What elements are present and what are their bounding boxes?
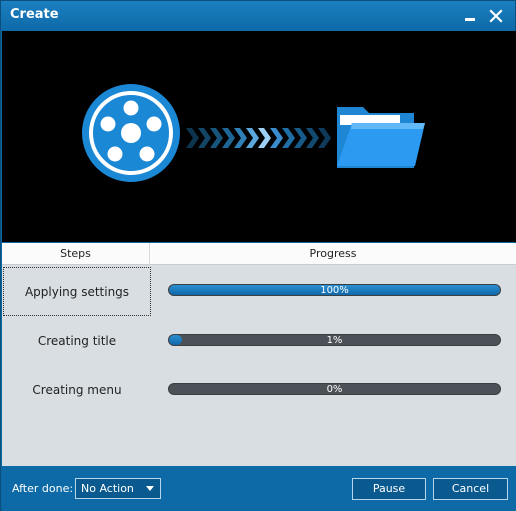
progress-bar: 100% bbox=[168, 284, 501, 296]
dialog-footer: After done: No Action Pause Cancel bbox=[2, 466, 516, 511]
create-dialog: Create Steps Progress Applying settings … bbox=[0, 0, 516, 511]
banner-graphic bbox=[82, 84, 425, 182]
table-row-step-label[interactable]: Applying settings bbox=[3, 267, 151, 316]
after-done-select[interactable]: No Action bbox=[75, 478, 161, 499]
window-title: Create bbox=[10, 7, 59, 22]
minimize-icon bbox=[465, 18, 475, 21]
table-header: Steps Progress bbox=[2, 243, 516, 265]
close-button[interactable] bbox=[485, 5, 507, 27]
minimize-button[interactable] bbox=[459, 5, 481, 27]
progress-percent: 100% bbox=[320, 285, 349, 296]
film-reel-icon bbox=[82, 84, 180, 182]
progress-percent: 1% bbox=[326, 335, 343, 346]
table-row-step-label[interactable]: Creating menu bbox=[3, 366, 151, 415]
arrow-chevrons-icon bbox=[186, 128, 331, 148]
folder-icon bbox=[337, 107, 425, 168]
progress-banner bbox=[2, 31, 516, 242]
close-icon bbox=[489, 9, 503, 23]
progress-percent: 0% bbox=[326, 384, 343, 395]
progress-column-header[interactable]: Progress bbox=[150, 243, 516, 265]
steps-table: Applying settings 100% Creating title 1%… bbox=[2, 265, 516, 466]
table-row-step-label[interactable]: Creating title bbox=[3, 317, 151, 366]
cancel-button[interactable]: Cancel bbox=[433, 478, 508, 500]
progress-bar: 1% bbox=[168, 334, 501, 346]
title-bar[interactable]: Create bbox=[1, 1, 515, 31]
pause-button[interactable]: Pause bbox=[352, 478, 426, 500]
after-done-value: No Action bbox=[81, 482, 134, 495]
after-done-label: After done: bbox=[12, 482, 74, 495]
progress-bar: 0% bbox=[168, 383, 501, 395]
steps-column-header[interactable]: Steps bbox=[2, 243, 150, 265]
chevron-down-icon bbox=[146, 486, 154, 491]
